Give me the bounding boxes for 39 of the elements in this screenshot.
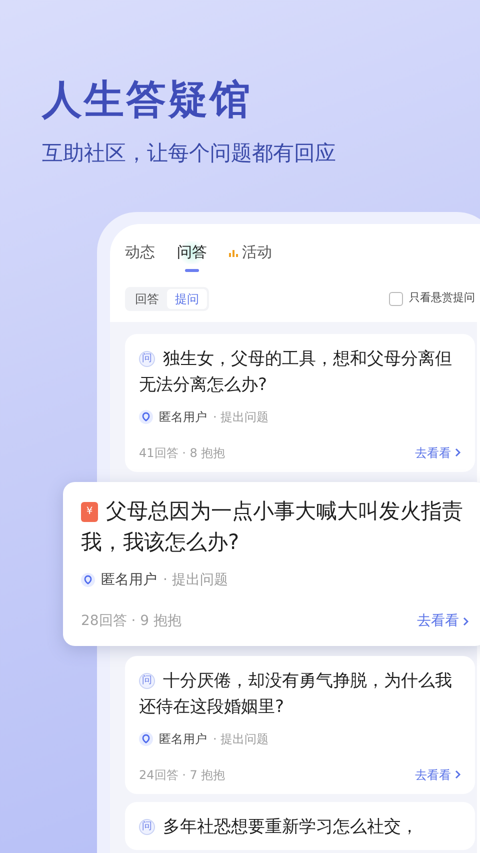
segment-option[interactable]: 提问 (167, 288, 207, 308)
question-tag-icon: 问 (139, 672, 155, 689)
chevron-right-icon (455, 770, 461, 779)
user-name: 匿名用户 (159, 408, 207, 426)
answer-stats: 28回答 · 9 抱抱 (81, 612, 182, 630)
post-action: · 提出问题 (213, 730, 269, 748)
avatar-icon (139, 732, 153, 746)
page-title: 人生答疑馆 (42, 76, 253, 124)
view-link[interactable]: 去看看 (415, 444, 461, 462)
avatar-icon (81, 573, 95, 587)
page-subtitle: 互助社区，让每个问题都有回应 (42, 140, 337, 167)
post-action: · 提出问题 (213, 408, 269, 426)
tab[interactable]: 动态 (125, 241, 155, 264)
question-card[interactable]: 问 多年社恐想要重新学习怎么社交， (125, 802, 475, 850)
answer-stats: 41回答 · 8 抱抱 (139, 444, 226, 462)
envelope-icon: ¥ (81, 502, 98, 522)
segment-option[interactable]: 回答 (127, 288, 167, 308)
question-tag-icon: 问 (139, 350, 155, 367)
question-tag-icon: 问 (139, 818, 155, 835)
question-title: 问 多年社恐想要重新学习怎么社交， (139, 814, 418, 840)
question-title: 问 独生女，父母的工具，想和父母分离但无法分离怎么办? (139, 348, 453, 396)
tab[interactable]: 活动 (229, 241, 272, 264)
chevron-right-icon (463, 616, 469, 626)
checkbox[interactable] (389, 292, 403, 306)
answer-stats: 24回答 · 7 抱抱 (139, 766, 226, 784)
view-link[interactable]: 去看看 (417, 610, 469, 632)
question-title: 问 十分厌倦，却没有勇气挣脱，为什么我还待在这段婚姻里? (139, 670, 453, 718)
avatar-icon (139, 410, 153, 424)
question-card[interactable]: 问 独生女，父母的工具，想和父母分离但无法分离怎么办? 匿名用户 · 提出问题 41回答 · 8 抱抱 去看看 (125, 334, 475, 472)
view-link[interactable]: 去看看 (415, 766, 461, 784)
checkbox-label: 只看悬赏提问 (409, 290, 475, 306)
tab-underline (185, 268, 199, 272)
chevron-right-icon (455, 448, 461, 457)
user-name: 匿名用户 (159, 730, 207, 748)
question-card[interactable]: 问 十分厌倦，却没有勇气挣脱，为什么我还待在这段婚姻里? 匿名用户 · 提出问题 24回答 · 7 抱抱 去看看 (125, 656, 475, 794)
user-name: 匿名用户 (101, 570, 157, 590)
question-title: ¥ 父母总因为一点小事大喊大叫发火指责我，我该怎么办? (81, 498, 464, 556)
question-card[interactable]: ¥ 父母总因为一点小事大喊大叫发火指责我，我该怎么办? 匿名用户 · 提出问题 28回答 · 9 抱抱 去看看 (63, 482, 480, 646)
post-action: · 提出问题 (163, 570, 228, 590)
